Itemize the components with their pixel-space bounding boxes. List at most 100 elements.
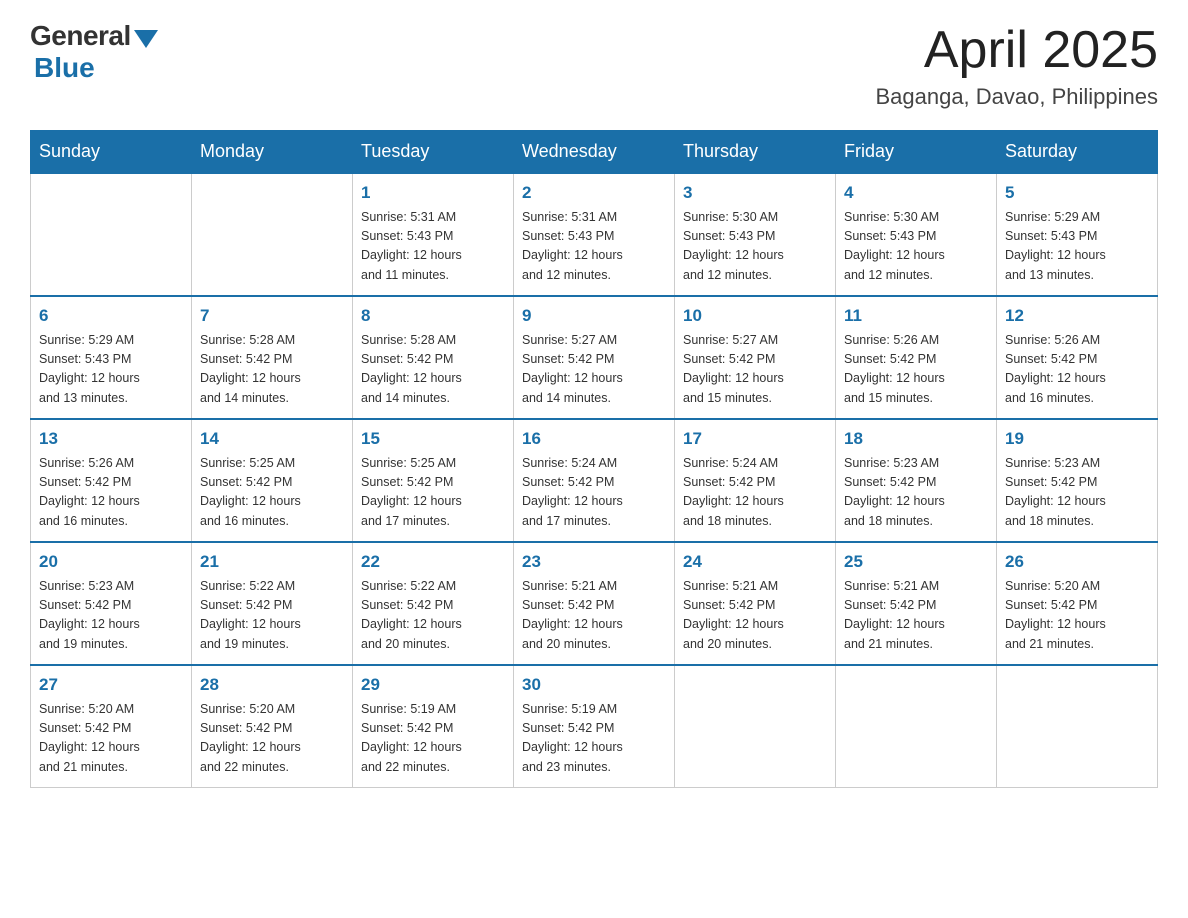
calendar-header-monday: Monday [192, 131, 353, 174]
day-number: 17 [683, 426, 827, 452]
calendar-cell: 25Sunrise: 5:21 AMSunset: 5:42 PMDayligh… [836, 542, 997, 665]
day-number: 5 [1005, 180, 1149, 206]
day-info: Sunrise: 5:26 AMSunset: 5:42 PMDaylight:… [1005, 331, 1149, 409]
calendar-cell: 8Sunrise: 5:28 AMSunset: 5:42 PMDaylight… [353, 296, 514, 419]
day-info: Sunrise: 5:30 AMSunset: 5:43 PMDaylight:… [683, 208, 827, 286]
calendar-header-wednesday: Wednesday [514, 131, 675, 174]
day-number: 28 [200, 672, 344, 698]
logo-blue-text: Blue [34, 52, 95, 84]
day-number: 22 [361, 549, 505, 575]
day-number: 8 [361, 303, 505, 329]
day-info: Sunrise: 5:27 AMSunset: 5:42 PMDaylight:… [683, 331, 827, 409]
calendar-cell: 28Sunrise: 5:20 AMSunset: 5:42 PMDayligh… [192, 665, 353, 788]
day-info: Sunrise: 5:28 AMSunset: 5:42 PMDaylight:… [361, 331, 505, 409]
calendar-cell [192, 173, 353, 296]
page-header: General Blue April 2025 Baganga, Davao, … [30, 20, 1158, 110]
calendar-header-friday: Friday [836, 131, 997, 174]
calendar-cell: 3Sunrise: 5:30 AMSunset: 5:43 PMDaylight… [675, 173, 836, 296]
calendar-cell: 10Sunrise: 5:27 AMSunset: 5:42 PMDayligh… [675, 296, 836, 419]
calendar-header-row: SundayMondayTuesdayWednesdayThursdayFrid… [31, 131, 1158, 174]
day-info: Sunrise: 5:22 AMSunset: 5:42 PMDaylight:… [200, 577, 344, 655]
day-info: Sunrise: 5:21 AMSunset: 5:42 PMDaylight:… [683, 577, 827, 655]
day-info: Sunrise: 5:31 AMSunset: 5:43 PMDaylight:… [522, 208, 666, 286]
day-number: 2 [522, 180, 666, 206]
calendar-cell: 5Sunrise: 5:29 AMSunset: 5:43 PMDaylight… [997, 173, 1158, 296]
calendar-cell: 30Sunrise: 5:19 AMSunset: 5:42 PMDayligh… [514, 665, 675, 788]
day-number: 16 [522, 426, 666, 452]
calendar-cell: 9Sunrise: 5:27 AMSunset: 5:42 PMDaylight… [514, 296, 675, 419]
day-info: Sunrise: 5:23 AMSunset: 5:42 PMDaylight:… [1005, 454, 1149, 532]
day-info: Sunrise: 5:20 AMSunset: 5:42 PMDaylight:… [1005, 577, 1149, 655]
calendar-cell: 4Sunrise: 5:30 AMSunset: 5:43 PMDaylight… [836, 173, 997, 296]
day-number: 10 [683, 303, 827, 329]
day-info: Sunrise: 5:27 AMSunset: 5:42 PMDaylight:… [522, 331, 666, 409]
day-info: Sunrise: 5:21 AMSunset: 5:42 PMDaylight:… [844, 577, 988, 655]
day-info: Sunrise: 5:29 AMSunset: 5:43 PMDaylight:… [1005, 208, 1149, 286]
calendar-table: SundayMondayTuesdayWednesdayThursdayFrid… [30, 130, 1158, 788]
day-number: 18 [844, 426, 988, 452]
calendar-week-row: 27Sunrise: 5:20 AMSunset: 5:42 PMDayligh… [31, 665, 1158, 788]
day-number: 12 [1005, 303, 1149, 329]
day-info: Sunrise: 5:23 AMSunset: 5:42 PMDaylight:… [39, 577, 183, 655]
day-info: Sunrise: 5:29 AMSunset: 5:43 PMDaylight:… [39, 331, 183, 409]
logo-arrow-icon [134, 30, 158, 48]
calendar-cell: 21Sunrise: 5:22 AMSunset: 5:42 PMDayligh… [192, 542, 353, 665]
calendar-cell: 11Sunrise: 5:26 AMSunset: 5:42 PMDayligh… [836, 296, 997, 419]
day-number: 6 [39, 303, 183, 329]
day-info: Sunrise: 5:19 AMSunset: 5:42 PMDaylight:… [361, 700, 505, 778]
day-number: 1 [361, 180, 505, 206]
calendar-cell: 12Sunrise: 5:26 AMSunset: 5:42 PMDayligh… [997, 296, 1158, 419]
day-info: Sunrise: 5:31 AMSunset: 5:43 PMDaylight:… [361, 208, 505, 286]
day-number: 7 [200, 303, 344, 329]
day-number: 25 [844, 549, 988, 575]
calendar-cell: 7Sunrise: 5:28 AMSunset: 5:42 PMDaylight… [192, 296, 353, 419]
calendar-cell: 16Sunrise: 5:24 AMSunset: 5:42 PMDayligh… [514, 419, 675, 542]
day-info: Sunrise: 5:26 AMSunset: 5:42 PMDaylight:… [844, 331, 988, 409]
day-info: Sunrise: 5:28 AMSunset: 5:42 PMDaylight:… [200, 331, 344, 409]
calendar-header-saturday: Saturday [997, 131, 1158, 174]
calendar-week-row: 1Sunrise: 5:31 AMSunset: 5:43 PMDaylight… [31, 173, 1158, 296]
day-info: Sunrise: 5:25 AMSunset: 5:42 PMDaylight:… [361, 454, 505, 532]
day-info: Sunrise: 5:19 AMSunset: 5:42 PMDaylight:… [522, 700, 666, 778]
day-number: 13 [39, 426, 183, 452]
day-number: 11 [844, 303, 988, 329]
calendar-cell: 19Sunrise: 5:23 AMSunset: 5:42 PMDayligh… [997, 419, 1158, 542]
day-info: Sunrise: 5:20 AMSunset: 5:42 PMDaylight:… [200, 700, 344, 778]
day-number: 4 [844, 180, 988, 206]
calendar-cell: 17Sunrise: 5:24 AMSunset: 5:42 PMDayligh… [675, 419, 836, 542]
calendar-header-sunday: Sunday [31, 131, 192, 174]
day-number: 26 [1005, 549, 1149, 575]
calendar-cell: 13Sunrise: 5:26 AMSunset: 5:42 PMDayligh… [31, 419, 192, 542]
day-info: Sunrise: 5:25 AMSunset: 5:42 PMDaylight:… [200, 454, 344, 532]
calendar-cell [997, 665, 1158, 788]
day-number: 23 [522, 549, 666, 575]
day-number: 19 [1005, 426, 1149, 452]
calendar-cell [675, 665, 836, 788]
location-subtitle: Baganga, Davao, Philippines [875, 84, 1158, 110]
calendar-cell: 1Sunrise: 5:31 AMSunset: 5:43 PMDaylight… [353, 173, 514, 296]
day-info: Sunrise: 5:22 AMSunset: 5:42 PMDaylight:… [361, 577, 505, 655]
calendar-cell: 22Sunrise: 5:22 AMSunset: 5:42 PMDayligh… [353, 542, 514, 665]
calendar-cell: 18Sunrise: 5:23 AMSunset: 5:42 PMDayligh… [836, 419, 997, 542]
calendar-cell: 14Sunrise: 5:25 AMSunset: 5:42 PMDayligh… [192, 419, 353, 542]
calendar-cell: 26Sunrise: 5:20 AMSunset: 5:42 PMDayligh… [997, 542, 1158, 665]
day-info: Sunrise: 5:21 AMSunset: 5:42 PMDaylight:… [522, 577, 666, 655]
month-title: April 2025 [875, 20, 1158, 80]
calendar-cell: 15Sunrise: 5:25 AMSunset: 5:42 PMDayligh… [353, 419, 514, 542]
calendar-cell: 27Sunrise: 5:20 AMSunset: 5:42 PMDayligh… [31, 665, 192, 788]
day-number: 14 [200, 426, 344, 452]
day-info: Sunrise: 5:24 AMSunset: 5:42 PMDaylight:… [683, 454, 827, 532]
calendar-cell: 29Sunrise: 5:19 AMSunset: 5:42 PMDayligh… [353, 665, 514, 788]
day-number: 9 [522, 303, 666, 329]
day-info: Sunrise: 5:23 AMSunset: 5:42 PMDaylight:… [844, 454, 988, 532]
calendar-cell: 20Sunrise: 5:23 AMSunset: 5:42 PMDayligh… [31, 542, 192, 665]
calendar-header-thursday: Thursday [675, 131, 836, 174]
calendar-cell [31, 173, 192, 296]
day-number: 24 [683, 549, 827, 575]
calendar-week-row: 6Sunrise: 5:29 AMSunset: 5:43 PMDaylight… [31, 296, 1158, 419]
day-number: 15 [361, 426, 505, 452]
day-number: 20 [39, 549, 183, 575]
calendar-cell: 24Sunrise: 5:21 AMSunset: 5:42 PMDayligh… [675, 542, 836, 665]
logo: General Blue [30, 20, 158, 84]
calendar-week-row: 20Sunrise: 5:23 AMSunset: 5:42 PMDayligh… [31, 542, 1158, 665]
